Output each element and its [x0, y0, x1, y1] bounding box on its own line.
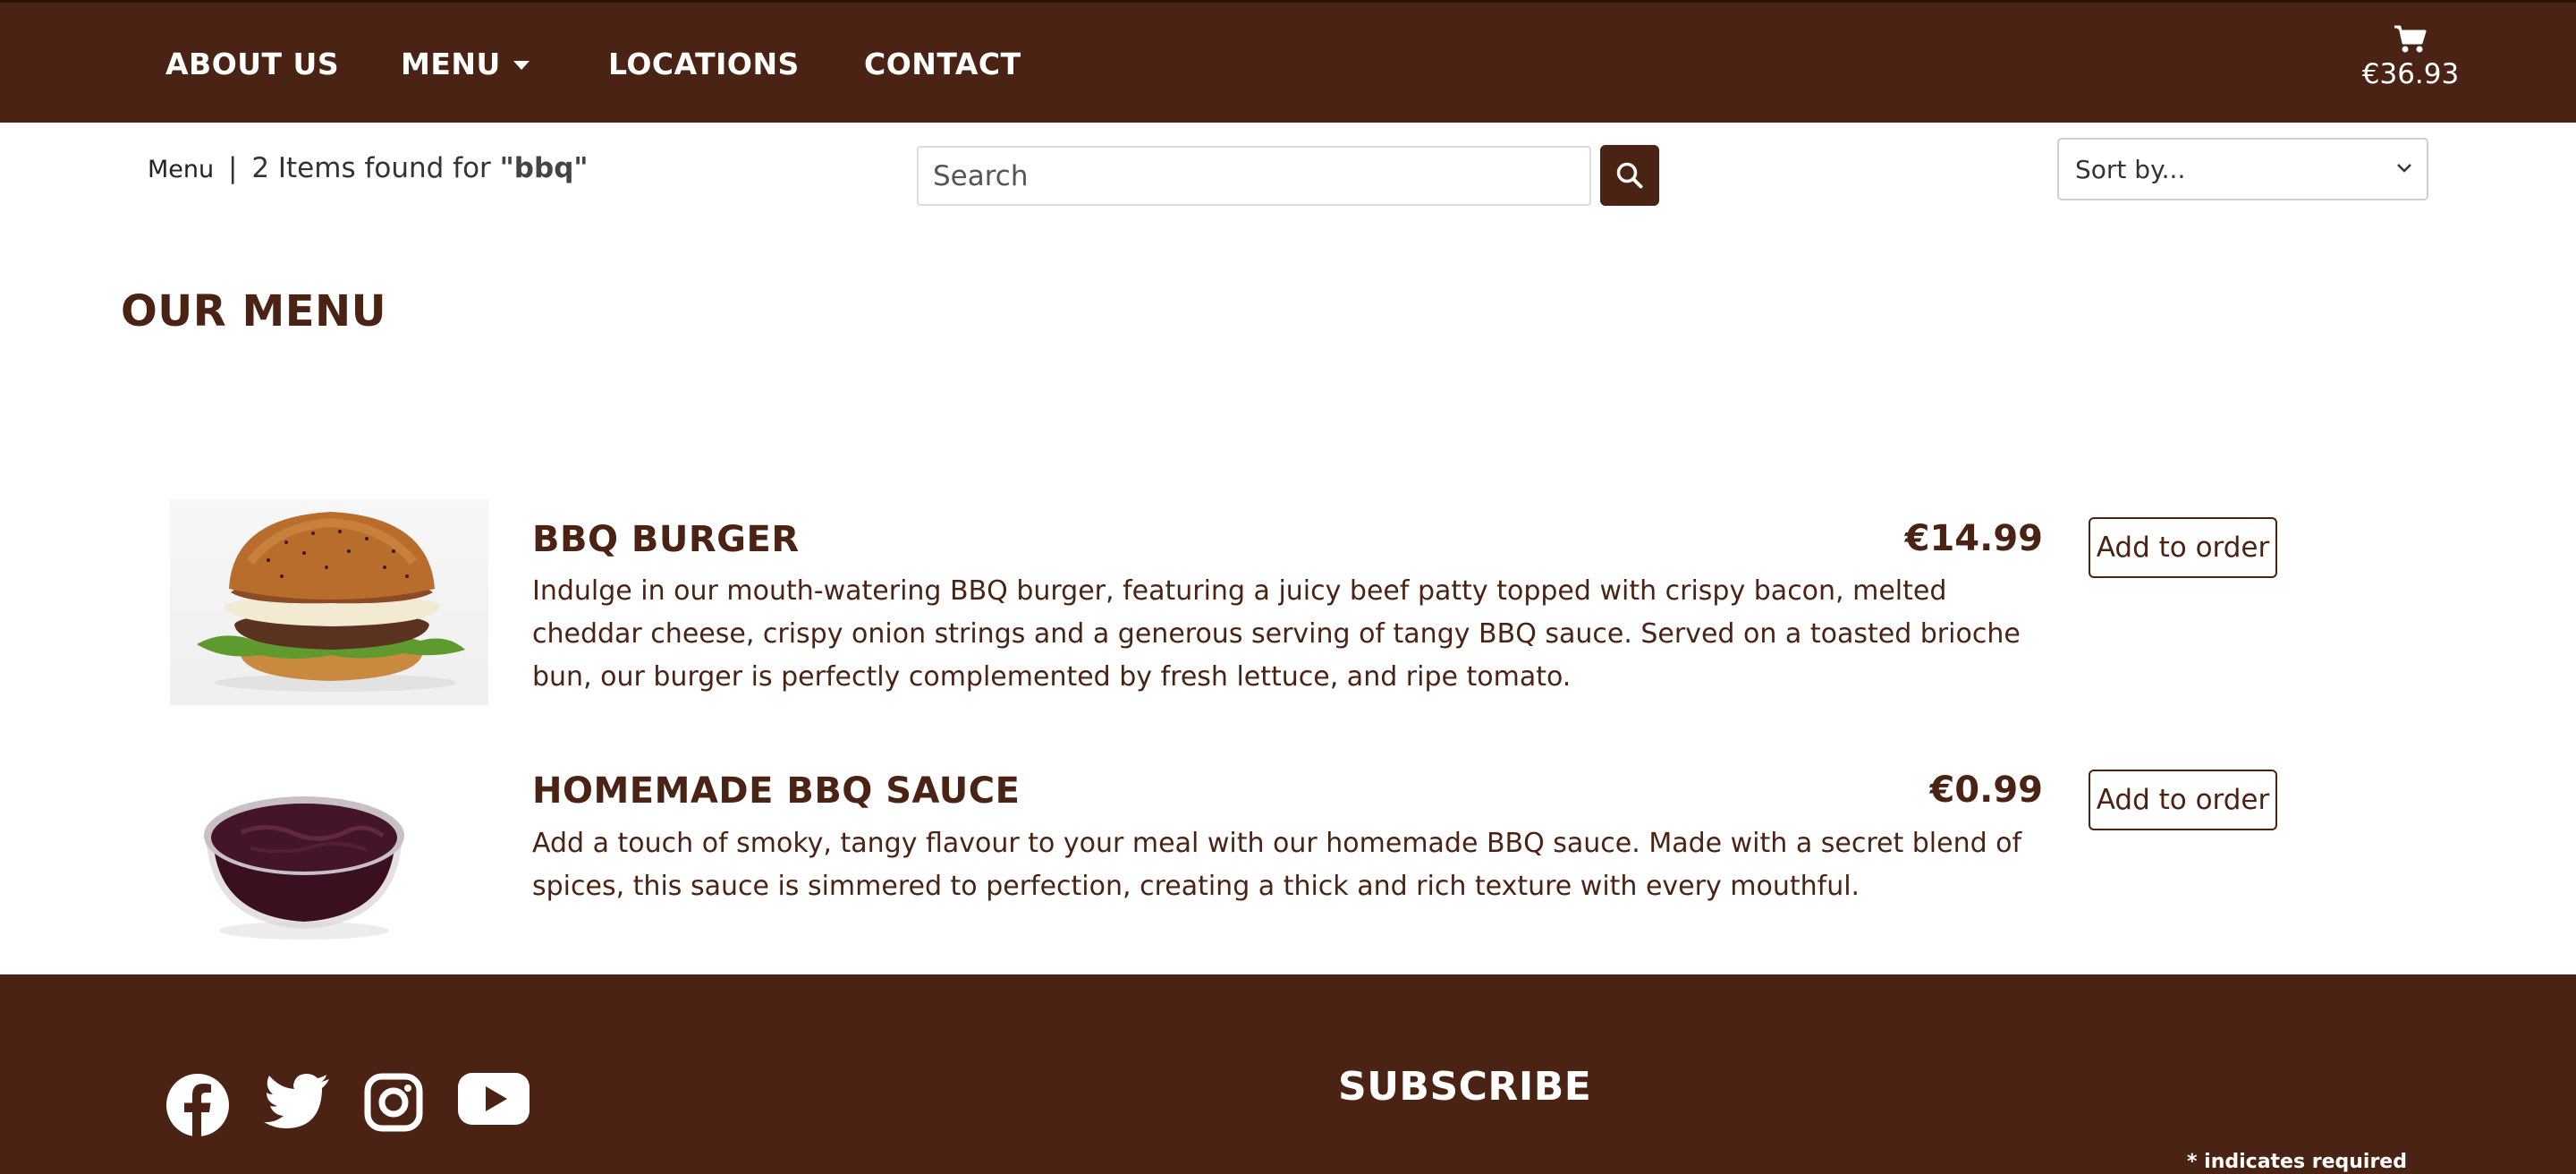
nav-menu-dropdown[interactable]: MENU	[401, 47, 530, 82]
instagram-icon[interactable]	[364, 1073, 423, 1132]
breadcrumb-separator: |	[228, 152, 238, 184]
nav-menu-label: MENU	[401, 47, 501, 81]
menu-item-name: HOMEMADE BBQ SAUCE	[532, 770, 1021, 812]
menu-item-name: BBQ BURGER	[532, 519, 800, 560]
search-query: "bbq"	[499, 152, 589, 184]
menu-item-price: €14.99	[1904, 518, 2043, 559]
sort-select[interactable]: Sort by...	[2057, 138, 2428, 200]
sort-select-value: Sort by...	[2075, 154, 2186, 184]
search-input[interactable]	[917, 146, 1591, 206]
add-to-order-button[interactable]: Add to order	[2089, 517, 2277, 578]
facebook-icon[interactable]	[165, 1073, 230, 1137]
menu-item-description: Add a touch of smoky, tangy flavour to y…	[532, 828, 2022, 902]
search-icon	[1616, 162, 1643, 189]
caret-down-icon	[513, 61, 530, 70]
required-note: * indicates required	[2187, 1151, 2407, 1173]
bbq-sauce-image	[179, 762, 438, 950]
chevron-down-icon	[2397, 164, 2411, 173]
top-navbar: ABOUT US MENU LOCATIONS CONTACT €36.93	[0, 0, 2576, 123]
cart-total: €36.93	[2361, 58, 2460, 90]
search-button[interactable]	[1600, 145, 1659, 206]
subscribe-title: SUBSCRIBE	[1338, 1064, 1592, 1110]
nav-about-us[interactable]: ABOUT US	[165, 47, 339, 82]
nav-contact[interactable]: CONTACT	[864, 47, 1021, 82]
page-title: OUR MENU	[121, 286, 387, 336]
youtube-icon[interactable]	[458, 1073, 530, 1125]
nav-locations[interactable]: LOCATIONS	[608, 47, 800, 82]
add-to-order-button[interactable]: Add to order	[2089, 770, 2277, 830]
twitter-icon[interactable]	[264, 1073, 330, 1128]
results-summary: Menu | 2 Items found for "bbq"	[148, 150, 589, 188]
cart-button[interactable]: €36.93	[2343, 24, 2478, 92]
shopping-cart-icon	[2394, 25, 2427, 53]
breadcrumb-menu[interactable]: Menu	[148, 156, 214, 183]
menu-item-description: Indulge in our mouth-watering BBQ burger…	[532, 575, 2021, 693]
footer: SUBSCRIBE * indicates required	[0, 974, 2576, 1174]
bbq-burger-image	[170, 499, 488, 705]
menu-item-price: €0.99	[1929, 770, 2043, 811]
results-count-text: 2 Items found for	[251, 152, 491, 184]
